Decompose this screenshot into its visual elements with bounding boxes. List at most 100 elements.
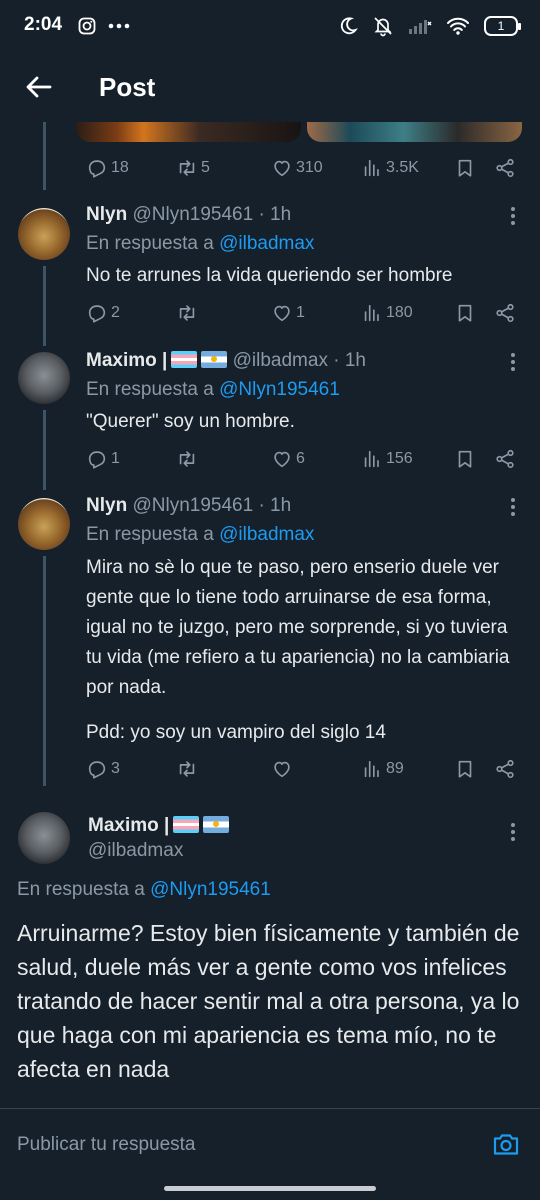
repost-icon [176,448,198,470]
more-icon[interactable] [510,352,516,372]
action-bar: 3 89 [86,756,518,782]
repost-button[interactable] [176,448,201,470]
reply-input[interactable]: Publicar tu respuesta [17,1134,196,1156]
reply-button[interactable]: 3 [86,758,120,780]
bookmark-icon [454,448,476,470]
thread-line [43,266,46,346]
thread-line [43,410,46,490]
bookmark-icon [454,758,476,780]
main-post-display-name[interactable]: Maximo | [88,815,169,836]
like-button[interactable] [271,758,296,780]
thread-line [43,556,46,786]
reply-composer[interactable]: Publicar tu respuesta [0,1108,540,1180]
views-button[interactable]: 180 [361,302,413,324]
reply-prefix: En respuesta a [86,233,214,254]
main-post-avatar[interactable] [18,812,70,864]
action-bar: 18 5 310 3.5K [86,155,518,181]
like-button[interactable]: 1 [271,302,305,324]
reply-button[interactable]: 1 [86,448,120,470]
avatar[interactable] [18,352,70,404]
views-button[interactable]: 3.5K [361,157,419,179]
reply-prefix: En respuesta a [86,524,214,545]
share-button[interactable] [494,302,516,324]
repost-button[interactable] [176,302,201,324]
display-name[interactable]: Nlyn [86,495,127,516]
views-icon [361,758,383,780]
post-time: · 1h [258,495,292,516]
tweet-text: Mira no sè lo que te paso, pero enserio … [86,557,510,698]
instagram-icon [78,17,96,35]
like-icon [271,448,293,470]
user-handle[interactable]: @ilbadmax [233,350,328,371]
post-time: · 1h [333,350,366,371]
like-icon [271,758,293,780]
signal-icon [408,17,432,35]
bookmark-button[interactable] [454,758,476,780]
post-time: · 1h [258,204,292,225]
tweet-text-postscript: Pdd: yo soy un vampiro del siglo 14 [86,722,386,743]
status-bar: 2:04 1 [0,0,540,54]
share-icon [494,302,516,324]
repost-icon [176,758,198,780]
display-name[interactable]: Nlyn [86,204,127,225]
reply-icon [86,448,108,470]
top-app-bar: Post [0,54,540,122]
reply-mention[interactable]: @Nlyn195461 [150,879,271,900]
display-name[interactable]: Maximo | [86,350,167,371]
like-icon [271,157,293,179]
page-title: Post [99,72,156,102]
moon-icon [338,16,358,36]
like-icon [271,302,293,324]
camera-icon[interactable] [492,1130,520,1158]
share-button[interactable] [494,448,516,470]
share-icon [494,758,516,780]
bookmark-button[interactable] [454,448,476,470]
like-button[interactable]: 6 [271,448,305,470]
views-button[interactable]: 156 [361,448,413,470]
avatar[interactable] [18,208,70,260]
views-icon [361,448,383,470]
user-handle[interactable]: @Nlyn195461 [132,495,253,516]
action-bar: 1 6 156 [86,446,518,472]
thread-line [43,122,46,190]
repost-icon [176,302,198,324]
mute-icon [372,15,394,37]
media-image[interactable] [307,122,522,142]
reply-mention[interactable]: @ilbadmax [219,524,314,545]
home-indicator[interactable] [164,1186,376,1191]
avatar[interactable] [18,498,70,550]
overflow-dots-icon [108,23,130,29]
share-button[interactable] [494,758,516,780]
reply-icon [86,302,108,324]
action-bar: 2 1 180 [86,300,518,326]
argentina-flag-icon [203,816,230,833]
main-post-handle[interactable]: @ilbadmax [88,840,183,862]
tweet-text: "Querer" soy un hombre. [86,411,295,432]
reply-mention[interactable]: @Nlyn195461 [219,379,340,400]
share-icon [494,448,516,470]
share-button[interactable] [494,157,516,179]
status-time: 2:04 [24,14,63,35]
bookmark-button[interactable] [454,302,476,324]
more-icon[interactable] [510,206,516,226]
back-arrow-icon[interactable] [24,72,54,102]
like-button[interactable]: 310 [271,157,323,179]
more-icon[interactable] [510,497,516,517]
repost-button[interactable]: 5 [176,157,210,179]
repost-button[interactable] [176,758,201,780]
more-icon[interactable] [510,822,516,842]
reply-mention[interactable]: @ilbadmax [219,233,314,254]
reply-icon [86,157,108,179]
media-image[interactable] [76,122,301,142]
bookmark-button[interactable] [454,157,476,179]
views-button[interactable]: 89 [361,758,404,780]
main-post-text: Arruinarme? Estoy bien físicamente y tam… [17,920,520,1082]
share-icon [494,157,516,179]
argentina-flag-icon [201,351,228,368]
user-handle[interactable]: @Nlyn195461 [132,204,253,225]
bookmark-icon [454,157,476,179]
reply-button[interactable]: 18 [86,157,129,179]
reply-button[interactable]: 2 [86,302,120,324]
bookmark-icon [454,302,476,324]
wifi-icon [446,16,470,36]
